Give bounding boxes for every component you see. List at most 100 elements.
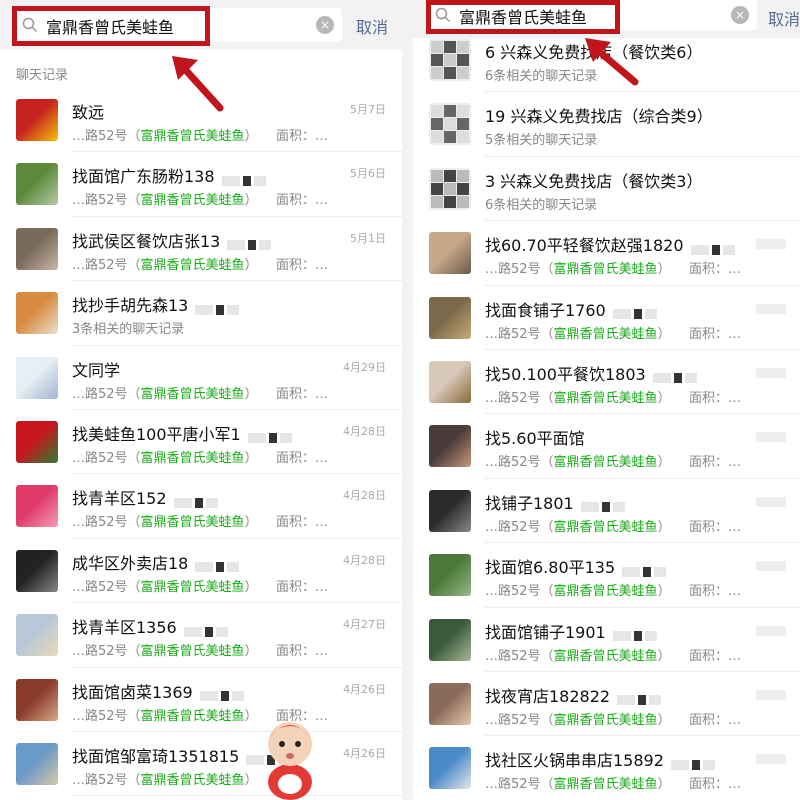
- chat-result-item[interactable]: 找武侯区餐饮店张13 5月1日 …路52号（富鼎香曾氏美蛙鱼） 面积：…: [0, 217, 402, 282]
- chat-snippet: …路52号（富鼎香曾氏美蛙鱼）: [485, 645, 671, 664]
- redacted-text: [756, 496, 786, 507]
- chat-result-item[interactable]: 找美蛙鱼100平唐小军1 4月28日 …路52号（富鼎香曾氏美蛙鱼） 面积：…: [0, 410, 402, 475]
- chat-result-item[interactable]: 找社区火锅串串店15892 …路52号（富鼎香曾氏美蛙鱼） 面积：…: [413, 736, 800, 800]
- chat-result-item[interactable]: 找50.100平餐饮1803 …路52号（富鼎香曾氏美蛙鱼） 面积：…: [413, 350, 800, 415]
- redacted-text: [671, 759, 689, 770]
- redacted-text: [703, 759, 715, 770]
- chat-result-item[interactable]: 找青羊区152 4月28日 …路52号（富鼎香曾氏美蛙鱼） 面积：…: [0, 474, 402, 539]
- chat-result-item[interactable]: 成华区外卖店18 4月28日 …路52号（富鼎香曾氏美蛙鱼） 面积：…: [0, 539, 402, 604]
- snippet-prefix: …路52号（: [72, 515, 141, 531]
- redacted-text: [269, 433, 277, 444]
- cancel-button[interactable]: 取消: [768, 6, 800, 30]
- chat-result-item[interactable]: 找面馆广东肠粉138 5月6日 …路52号（富鼎香曾氏美蛙鱼） 面积：…: [0, 152, 402, 217]
- redacted-text: [184, 626, 202, 637]
- chat-snippet: …路52号（富鼎香曾氏美蛙鱼）: [72, 383, 258, 402]
- redacted-text: [195, 562, 213, 573]
- redacted-text: [224, 235, 271, 254]
- chat-name: 找面馆广东肠粉138: [72, 167, 215, 187]
- chat-result-item[interactable]: 找面馆铺子1901 …路52号（富鼎香曾氏美蛙鱼） 面积：…: [413, 608, 800, 672]
- chat-result-item[interactable]: 3 兴森义免费找店（餐饮类3） 6条相关的聊天记录: [413, 157, 800, 222]
- chat-result-item[interactable]: 致远 5月7日 …路52号（富鼎香曾氏美蛙鱼） 面积：…: [0, 88, 402, 153]
- keyword-highlight: 富鼎香曾氏美蛙鱼: [553, 455, 658, 471]
- keyword-highlight: 富鼎香曾氏美蛙鱼: [553, 584, 658, 600]
- redacted-text: [756, 367, 786, 378]
- chat-area: 面积：…: [689, 326, 742, 342]
- redacted-text: [691, 244, 709, 255]
- chat-result-item[interactable]: 找抄手胡先森13 3条相关的聊天记录: [0, 281, 402, 346]
- chat-result-item[interactable]: 找面馆邹富琦1351815 4月26日 …路52号（富鼎香曾氏美蛙鱼）: [0, 732, 402, 797]
- search-input[interactable]: 富鼎香曾氏美蛙鱼 ×: [14, 8, 342, 42]
- search-input[interactable]: 富鼎香曾氏美蛙鱼 ×: [427, 0, 757, 30]
- chat-area: 面积：…: [276, 450, 329, 466]
- chat-result-list: 致远 5月7日 …路52号（富鼎香曾氏美蛙鱼） 面积：… 找面馆广东肠粉138 5月6日……: [0, 88, 402, 797]
- chat-result-item[interactable]: 找夜宵店182822 …路52号（富鼎香曾氏美蛙鱼） 面积：…: [413, 672, 800, 737]
- chat-snippet: 6条相关的聊天记录: [485, 69, 598, 84]
- chat-result-item[interactable]: 找青羊区1356 4月27日 …路52号（富鼎香曾氏美蛙鱼） 面积：…: [0, 603, 402, 668]
- search-bar: 富鼎香曾氏美蛙鱼 × 取消: [0, 0, 402, 50]
- chat-result-item[interactable]: 找5.60平面馆 …路52号（富鼎香曾氏美蛙鱼） 面积：…: [413, 414, 800, 479]
- cancel-button[interactable]: 取消: [356, 14, 388, 38]
- chat-snippet: …路52号（富鼎香曾氏美蛙鱼）: [485, 258, 671, 277]
- snippet-prefix: …路52号（: [485, 390, 554, 406]
- chat-name: 找面馆6.80平135: [485, 558, 616, 578]
- redacted-text: [195, 497, 203, 508]
- chat-name: 找60.70平轻餐饮赵强1820: [485, 236, 684, 256]
- keyword-highlight: 富鼎香曾氏美蛙鱼: [553, 519, 658, 535]
- chat-name: 找夜宵店182822: [485, 686, 611, 706]
- chat-result-item[interactable]: 6 兴森义免费找店（餐饮类6） 6条相关的聊天记录: [413, 28, 800, 93]
- redacted-text: [685, 373, 697, 384]
- snippet-prefix: …路52号（: [485, 712, 554, 728]
- redacted-text: [216, 626, 228, 637]
- snippet-prefix: …路52号（: [485, 777, 554, 793]
- chat-snippet: …路52号（富鼎香曾氏美蛙鱼）: [72, 769, 258, 788]
- chat-area: 面积：…: [689, 648, 742, 664]
- redacted-text: [649, 695, 661, 706]
- left-search-panel: 富鼎香曾氏美蛙鱼 × 取消 聊天记录 致远 5月7日 …路52号（富鼎香曾氏美蛙鱼）…: [0, 0, 402, 800]
- chat-area: 面积：…: [689, 262, 742, 278]
- chat-result-item[interactable]: 找面馆6.80平135 …路52号（富鼎香曾氏美蛙鱼） 面积：…: [413, 543, 800, 608]
- avatar: [16, 163, 58, 206]
- snippet-suffix: ）: [244, 708, 258, 724]
- redacted-text: [645, 631, 657, 642]
- snippet-suffix: ）: [244, 579, 258, 595]
- snippet-prefix: …路52号（: [485, 648, 554, 664]
- redacted-text: [756, 754, 786, 765]
- keyword-highlight: 富鼎香曾氏美蛙鱼: [140, 257, 245, 273]
- clear-icon[interactable]: ×: [316, 16, 334, 34]
- keyword-highlight: 富鼎香曾氏美蛙鱼: [140, 772, 245, 788]
- chat-name: 找青羊区1356: [72, 618, 177, 638]
- keyword-highlight: 富鼎香曾氏美蛙鱼: [140, 515, 245, 531]
- chat-name: 找面馆卤菜1369: [72, 682, 193, 702]
- avatar: [429, 232, 471, 275]
- snippet-prefix: …路52号（: [485, 455, 554, 471]
- redacted-text: [756, 689, 786, 700]
- chat-snippet: …路52号（富鼎香曾氏美蛙鱼）: [72, 705, 258, 724]
- chat-result-item[interactable]: 找面食铺子1760 …路52号（富鼎香曾氏美蛙鱼） 面积：…: [413, 286, 800, 350]
- avatar: [429, 425, 471, 468]
- redacted-text: [216, 562, 224, 573]
- redacted-text: [756, 561, 786, 572]
- chat-name: 找面食铺子1760: [485, 300, 606, 320]
- chat-date: 4月28日: [343, 553, 386, 567]
- chat-snippet: …路52号（富鼎香曾氏美蛙鱼）: [72, 254, 258, 273]
- avatar: [16, 420, 58, 463]
- chat-result-item[interactable]: 19 兴森义免费找店（综合类9） 5条相关的聊天记录: [413, 92, 800, 157]
- redacted-text: [756, 432, 786, 443]
- chat-name: 找5.60平面馆: [485, 429, 585, 449]
- chat-result-item[interactable]: 找60.70平轻餐饮赵强1820 …路52号（富鼎香曾氏美蛙鱼） 面积：…: [413, 221, 800, 286]
- chat-area: 面积：…: [276, 386, 329, 402]
- clear-icon[interactable]: ×: [731, 6, 749, 24]
- chat-snippet: …路52号（富鼎香曾氏美蛙鱼）: [72, 576, 258, 595]
- redacted-text: [280, 433, 292, 444]
- snippet-prefix: …路52号（: [72, 644, 141, 660]
- group-avatar: [429, 39, 471, 81]
- redacted-text: [756, 239, 786, 250]
- group-avatar: [429, 167, 471, 210]
- chat-result-item[interactable]: 文同学 4月29日 …路52号（富鼎香曾氏美蛙鱼） 面积：…: [0, 346, 402, 410]
- chat-result-item[interactable]: 找铺子1801 …路52号（富鼎香曾氏美蛙鱼） 面积：…: [413, 479, 800, 544]
- chat-snippet: …路52号（富鼎香曾氏美蛙鱼）: [485, 387, 671, 406]
- keyword-highlight: 富鼎香曾氏美蛙鱼: [140, 386, 245, 402]
- chat-result-item[interactable]: 找面馆卤菜1369 4月26日 …路52号（富鼎香曾氏美蛙鱼） 面积：…: [0, 668, 402, 732]
- chat-date: 4月28日: [343, 424, 386, 438]
- redacted-text: [254, 175, 266, 186]
